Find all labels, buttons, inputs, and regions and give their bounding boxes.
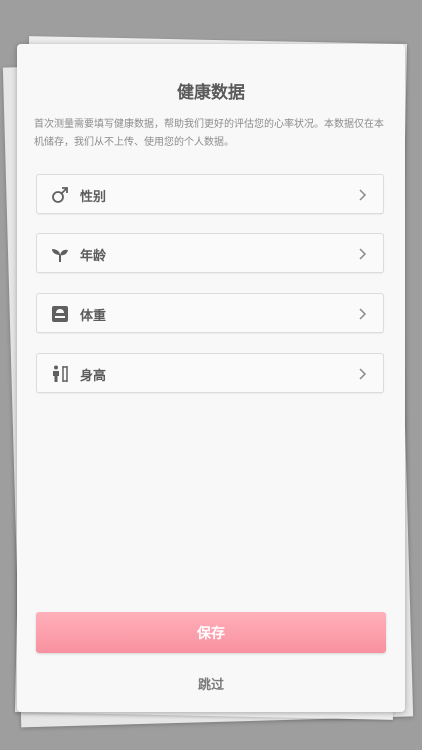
save-button[interactable]: 保存 xyxy=(36,612,386,653)
chevron-right-icon xyxy=(355,306,369,320)
dialog-title: 健康数据 xyxy=(177,83,245,103)
dialog-description: 首次测量需要填写健康数据，帮助我们更好的评估您的心率状况。本数据仅在本机储存，我… xyxy=(34,119,384,148)
field-gender-label: 性别 xyxy=(80,190,107,205)
field-age-label: 年龄 xyxy=(80,249,107,264)
field-gender[interactable]: 性别 xyxy=(36,174,384,214)
field-weight-label: 体重 xyxy=(80,309,107,324)
scale-icon xyxy=(50,304,70,324)
field-weight[interactable]: 体重 xyxy=(36,293,384,333)
field-height[interactable]: 身高 xyxy=(36,353,384,393)
male-icon xyxy=(50,185,70,205)
chevron-right-icon xyxy=(355,246,369,260)
skip-link[interactable]: 跳过 xyxy=(17,674,405,693)
health-data-dialog: 健康数据 首次测量需要填写健康数据，帮助我们更好的评估您的心率状况。本数据仅在本… xyxy=(17,44,405,712)
chevron-right-icon xyxy=(355,366,369,380)
field-age[interactable]: 年龄 xyxy=(36,233,384,273)
height-measure-icon xyxy=(50,364,70,384)
chevron-right-icon xyxy=(355,187,369,201)
sprout-icon xyxy=(50,244,70,264)
field-height-label: 身高 xyxy=(80,369,107,384)
